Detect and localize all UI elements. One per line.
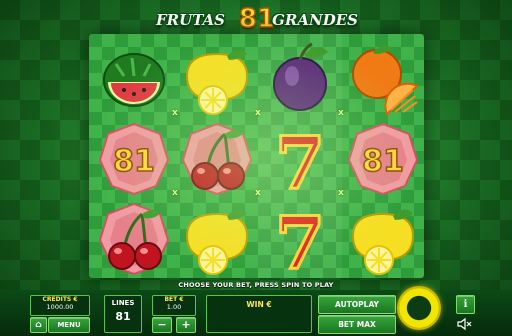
autoplay-label: AUTOPLAY: [335, 300, 379, 309]
bet-label: BET €: [164, 296, 184, 303]
logo-text-left: FRUTAS: [156, 11, 226, 29]
symbol-orange: [343, 40, 423, 116]
row-marker: x: [172, 108, 178, 118]
svg-text:81: 81: [113, 144, 155, 179]
reel-window: 81 77 81 x x x x x x: [89, 34, 424, 278]
bet-max-label: BET MAX: [338, 320, 376, 329]
reel-3: 77: [258, 34, 342, 278]
symbol-cherries: [94, 200, 174, 276]
reel-2: [175, 34, 259, 278]
minus-icon: −: [157, 318, 167, 331]
bet-decrease-button[interactable]: −: [152, 317, 172, 333]
win-label: WIN €: [246, 300, 272, 309]
spin-button[interactable]: [397, 286, 441, 330]
lines-display: LINES 81: [104, 295, 142, 333]
sound-toggle-button[interactable]: [456, 316, 473, 331]
menu-label: MENU: [57, 321, 81, 329]
svg-text:7: 7: [275, 200, 325, 276]
symbol-lemon: [177, 200, 257, 276]
reel-1: 81: [92, 34, 176, 278]
svg-text:81: 81: [362, 144, 404, 179]
info-icon: i: [463, 299, 468, 310]
info-button[interactable]: i: [456, 295, 475, 314]
bet-max-button[interactable]: BET MAX: [318, 315, 396, 334]
symbol-eightyone: 81: [94, 120, 174, 196]
symbol-lemon: [177, 40, 257, 116]
row-marker: x: [255, 188, 261, 198]
sound-muted-icon: [457, 317, 472, 331]
status-message: CHOOSE YOUR BET, PRESS SPIN TO PLAY: [178, 281, 334, 289]
symbol-cherries: [177, 120, 257, 196]
home-icon: ⌂: [35, 320, 42, 330]
control-bar: CREDITS € 1000.00 ⌂ MENU LINES 81 BET € …: [0, 286, 512, 336]
row-marker: x: [338, 188, 344, 198]
plus-icon: +: [181, 318, 191, 331]
bet-display: BET € 1.00: [152, 295, 196, 316]
game-logo: FRUTAS 81 GRANDES: [150, 3, 362, 36]
symbol-seven: 7: [260, 200, 340, 276]
symbol-plum: [260, 40, 340, 116]
logo-text-right: GRANDES: [272, 11, 358, 29]
bet-increase-button[interactable]: +: [176, 317, 196, 333]
win-display: WIN €: [206, 295, 312, 333]
game-screen: FRUTAS 81 GRANDES 81 77 81 x x x x x x C…: [0, 0, 512, 336]
symbol-seven: 7: [260, 120, 340, 196]
home-button[interactable]: ⌂: [30, 317, 47, 333]
symbol-watermelon: [94, 40, 174, 116]
credits-label: CREDITS €: [42, 296, 78, 303]
svg-text:7: 7: [275, 120, 325, 196]
credits-value: 1000.00: [46, 303, 74, 311]
symbol-eightyone: 81: [343, 120, 423, 196]
autoplay-button[interactable]: AUTOPLAY: [318, 295, 396, 314]
menu-button[interactable]: MENU: [48, 317, 90, 333]
lines-value: 81: [115, 310, 131, 323]
row-marker: x: [172, 188, 178, 198]
bet-value: 1.00: [166, 303, 182, 311]
row-marker: x: [255, 108, 261, 118]
symbol-lemon: [343, 200, 423, 276]
reel-4: 81: [341, 34, 425, 278]
lines-label: LINES: [111, 299, 135, 307]
row-marker: x: [338, 108, 344, 118]
credits-display: CREDITS € 1000.00: [30, 295, 90, 316]
